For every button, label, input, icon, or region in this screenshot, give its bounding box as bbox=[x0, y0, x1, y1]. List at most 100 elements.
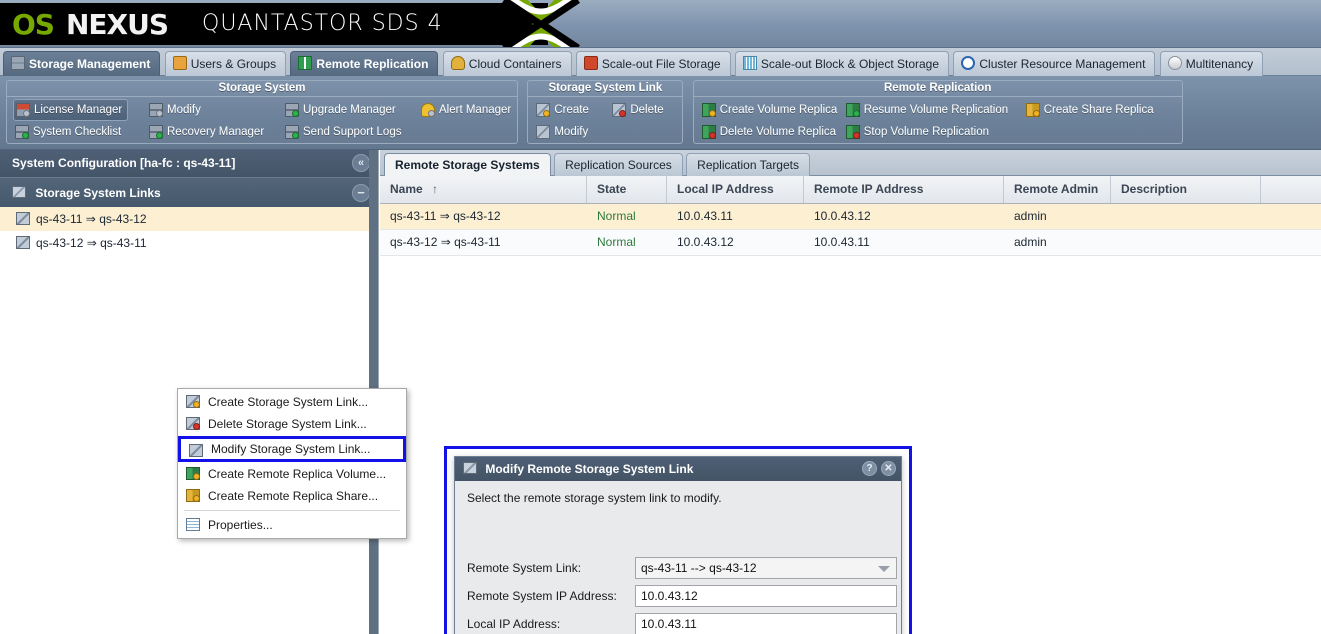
cell-spacer bbox=[1261, 230, 1321, 255]
context-menu-item-create-replica-volume[interactable]: Create Remote Replica Volume... bbox=[178, 463, 406, 485]
column-header-remote-ip[interactable]: Remote IP Address bbox=[804, 176, 1004, 203]
ribbon-group-storage-system: Storage System License Manager Modify Up… bbox=[6, 80, 518, 144]
ribbon-item-label: Modify bbox=[554, 126, 589, 138]
cluster-icon bbox=[961, 56, 976, 70]
tab-replication-targets[interactable]: Replication Targets bbox=[686, 153, 810, 176]
ribbon-delete-volume-replica[interactable]: Delete Volume Replica bbox=[700, 122, 841, 142]
product-title: QUANTASTOR SDS 4 bbox=[202, 11, 443, 36]
close-icon[interactable]: ✕ bbox=[881, 461, 896, 476]
volume-stop-icon bbox=[845, 125, 860, 139]
ribbon-license-manager[interactable]: License Manager bbox=[13, 99, 129, 121]
ribbon-item-label: Resume Volume Replication bbox=[863, 104, 1009, 116]
tab-label: Multitenancy bbox=[1185, 57, 1254, 71]
tab-cluster-resource-management[interactable]: Cluster Resource Management bbox=[953, 51, 1156, 76]
replication-icon bbox=[298, 56, 313, 70]
sidebar-item-link-2[interactable]: qs-43-12 ⇒ qs-43-11 bbox=[0, 231, 378, 255]
ribbon-resume-volume-replication[interactable]: Resume Volume Replication bbox=[844, 100, 1013, 120]
cell-remote-admin: admin bbox=[1014, 209, 1047, 223]
ribbon-group-remote-replication: Remote Replication Create Volume Replica… bbox=[692, 80, 1183, 144]
ribbon-stop-volume-replication[interactable]: Stop Volume Replication bbox=[844, 122, 994, 142]
content-tab-strip[interactable]: Remote Storage Systems Replication Sourc… bbox=[380, 150, 1321, 177]
tab-users-groups[interactable]: Users & Groups bbox=[164, 51, 287, 76]
ribbon-item-label: Create Volume Replica bbox=[719, 104, 838, 116]
column-header-state[interactable]: State bbox=[587, 176, 667, 203]
ribbon-link-modify[interactable]: Modify bbox=[534, 122, 593, 142]
column-header-name[interactable]: Name ↑ bbox=[380, 176, 587, 203]
ribbon-modify[interactable]: Modify bbox=[147, 100, 206, 120]
tab-remote-storage-systems[interactable]: Remote Storage Systems bbox=[384, 153, 551, 177]
table-row[interactable]: qs-43-11 ⇒ qs-43-12 Normal 10.0.43.11 10… bbox=[380, 204, 1321, 230]
column-header-description[interactable]: Description bbox=[1111, 176, 1261, 203]
ribbon-upgrade-manager[interactable]: Upgrade Manager bbox=[283, 100, 401, 120]
link-create-icon bbox=[186, 395, 200, 408]
context-menu-item-create-replica-share[interactable]: Create Remote Replica Share... bbox=[178, 485, 406, 507]
tab-cloud-containers[interactable]: Cloud Containers bbox=[442, 51, 572, 76]
cell-description bbox=[1111, 204, 1261, 229]
remote-storage-systems-grid: Name ↑ State Local IP Address Remote IP … bbox=[380, 176, 1321, 256]
ribbon-create-share-replica[interactable]: Create Share Replica bbox=[1024, 100, 1159, 120]
link-create-icon bbox=[536, 103, 551, 117]
cell-state: Normal bbox=[597, 209, 636, 223]
context-menu-label: Modify Storage System Link... bbox=[211, 442, 371, 456]
support-logs-icon bbox=[285, 125, 299, 139]
link-icon bbox=[16, 236, 30, 249]
ribbon-system-checklist[interactable]: System Checklist bbox=[13, 122, 126, 142]
column-header-local-ip[interactable]: Local IP Address bbox=[667, 176, 804, 203]
ribbon-item-label: System Checklist bbox=[33, 126, 122, 138]
context-menu-item-create-link[interactable]: Create Storage System Link... bbox=[178, 391, 406, 413]
ribbon-item-label: Create Share Replica bbox=[1043, 104, 1154, 116]
multitenancy-icon bbox=[1167, 56, 1182, 70]
tab-storage-management[interactable]: Storage Management bbox=[3, 51, 161, 76]
column-header-remote-admin[interactable]: Remote Admin bbox=[1004, 176, 1111, 203]
tab-scaleout-block-object[interactable]: Scale-out Block & Object Storage bbox=[734, 51, 950, 76]
alert-bell-icon bbox=[421, 103, 435, 117]
dialog-title-bar: Modify Remote Storage System Link ? ✕ bbox=[455, 457, 901, 481]
context-menu-item-properties[interactable]: Properties... bbox=[178, 514, 406, 536]
ribbon-alert-manager[interactable]: Alert Manager bbox=[419, 100, 516, 120]
dialog-body: Select the remote storage system link to… bbox=[455, 481, 901, 634]
tab-multitenancy[interactable]: Multitenancy bbox=[1159, 51, 1264, 76]
ribbon-create-volume-replica[interactable]: Create Volume Replica bbox=[700, 100, 843, 120]
sidebar-item-link-1[interactable]: qs-43-11 ⇒ qs-43-12 bbox=[0, 207, 378, 231]
collapse-panel-button[interactable]: « bbox=[352, 154, 370, 172]
main-tab-bar[interactable]: Storage Management Users & Groups Remote… bbox=[0, 48, 1321, 76]
ribbon-send-support-logs[interactable]: Send Support Logs bbox=[283, 122, 406, 142]
link-icon bbox=[16, 212, 30, 225]
ribbon-recovery-manager[interactable]: Recovery Manager bbox=[147, 122, 269, 142]
ribbon-link-delete[interactable]: Delete bbox=[610, 100, 668, 120]
ribbon-item-label: License Manager bbox=[34, 104, 123, 116]
context-menu-item-delete-link[interactable]: Delete Storage System Link... bbox=[178, 413, 406, 435]
cell-state: Normal bbox=[597, 235, 636, 249]
field-label: Remote System IP Address: bbox=[467, 589, 617, 603]
volume-create-icon bbox=[186, 467, 200, 480]
remote-system-link-select[interactable]: qs-43-11 --> qs-43-12 bbox=[635, 557, 897, 579]
tab-label: Cluster Resource Management bbox=[979, 57, 1146, 71]
sort-ascending-icon: ↑ bbox=[432, 182, 439, 196]
ribbon-toolbar: Storage System License Manager Modify Up… bbox=[0, 76, 1321, 150]
sidebar-section-storage-system-links[interactable]: Storage System Links − bbox=[0, 177, 378, 207]
tab-label: Storage Management bbox=[29, 57, 151, 71]
context-menu-label: Properties... bbox=[208, 518, 273, 532]
ribbon-link-create[interactable]: Create bbox=[534, 100, 594, 120]
cell-name: qs-43-11 ⇒ qs-43-12 bbox=[390, 209, 501, 223]
help-icon[interactable]: ? bbox=[862, 461, 877, 476]
volume-delete-icon bbox=[701, 125, 716, 139]
tab-label: Remote Replication bbox=[316, 57, 429, 71]
section-collapse-button[interactable]: − bbox=[352, 184, 370, 202]
table-row[interactable]: qs-43-12 ⇒ qs-43-11 Normal 10.0.43.12 10… bbox=[380, 230, 1321, 256]
field-remote-system-link: Remote System Link: qs-43-11 --> qs-43-1… bbox=[467, 557, 897, 579]
column-header-spacer bbox=[1261, 176, 1321, 203]
cell-remote-admin: admin bbox=[1014, 235, 1047, 249]
chevron-down-icon bbox=[878, 566, 890, 572]
tab-scaleout-file-storage[interactable]: Scale-out File Storage bbox=[575, 51, 731, 76]
tab-replication-sources[interactable]: Replication Sources bbox=[554, 153, 683, 176]
column-label: Name bbox=[390, 182, 423, 196]
system-configuration-header: System Configuration [ha-fc : qs-43-11] … bbox=[0, 150, 378, 177]
context-menu[interactable]: Create Storage System Link... Delete Sto… bbox=[177, 388, 407, 539]
context-menu-item-modify-link[interactable]: Modify Storage System Link... bbox=[178, 436, 406, 462]
local-ip-input[interactable]: 10.0.43.11 bbox=[635, 613, 897, 634]
cell-spacer bbox=[1261, 204, 1321, 229]
tab-remote-replication[interactable]: Remote Replication bbox=[290, 51, 439, 76]
field-label: Remote System Link: bbox=[467, 561, 582, 575]
remote-ip-input[interactable]: 10.0.43.12 bbox=[635, 585, 897, 607]
